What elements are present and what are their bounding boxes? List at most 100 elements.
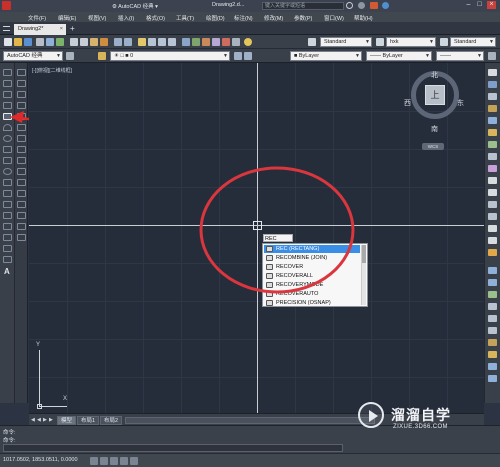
wcs-menu-button[interactable]: WCS bbox=[422, 143, 444, 150]
app-logo-icon[interactable] bbox=[2, 1, 11, 10]
workspace-switcher[interactable]: ⚙ AutoCAD 经典 ▾ bbox=[112, 2, 172, 10]
make-current-layer-icon[interactable] bbox=[234, 52, 242, 60]
dim-aligned-icon[interactable] bbox=[488, 279, 497, 286]
compass-west[interactable]: 西 bbox=[404, 98, 411, 108]
publish-icon[interactable] bbox=[56, 38, 64, 46]
join-right-icon[interactable] bbox=[488, 213, 497, 220]
design-center-icon[interactable] bbox=[192, 38, 200, 46]
menu-window[interactable]: 窗口(W) bbox=[324, 14, 344, 22]
move-right-icon[interactable] bbox=[488, 129, 497, 136]
chamfer-icon[interactable] bbox=[17, 212, 26, 219]
line-icon[interactable] bbox=[3, 69, 12, 76]
dim-arc-icon[interactable] bbox=[488, 291, 497, 298]
lineweight-select[interactable]: —— ▼ bbox=[436, 51, 484, 61]
minimize-button[interactable]: – bbox=[464, 1, 473, 9]
insert-block-icon[interactable] bbox=[3, 190, 12, 197]
rotate-icon[interactable] bbox=[17, 135, 26, 142]
tab-layout1[interactable]: 布局1 bbox=[77, 416, 100, 425]
menu-edit[interactable]: 编辑(E) bbox=[58, 14, 76, 22]
copy-icon[interactable] bbox=[80, 38, 88, 46]
circle-icon[interactable] bbox=[3, 135, 12, 142]
copy-object-icon[interactable] bbox=[17, 80, 26, 87]
search-input[interactable]: 键入关键字或短语 bbox=[262, 2, 344, 10]
tab-drawing2[interactable]: Drawing2* × bbox=[14, 24, 66, 35]
scale-right-icon[interactable] bbox=[488, 153, 497, 160]
table-icon[interactable] bbox=[3, 256, 12, 263]
dim-diameter-icon[interactable] bbox=[488, 327, 497, 334]
menu-help[interactable]: 帮助(H) bbox=[354, 14, 373, 22]
explode-right-icon[interactable] bbox=[488, 249, 497, 256]
erase-icon[interactable] bbox=[17, 69, 26, 76]
quick-dim-icon[interactable] bbox=[488, 351, 497, 358]
ortho-mode-icon[interactable] bbox=[110, 457, 118, 465]
stretch-right-icon[interactable] bbox=[488, 165, 497, 172]
tab-menu-icon[interactable] bbox=[3, 26, 10, 31]
tool-palettes-icon[interactable] bbox=[202, 38, 210, 46]
save-icon[interactable] bbox=[24, 38, 32, 46]
gradient-icon[interactable] bbox=[3, 234, 12, 241]
menu-parametric[interactable]: 参数(P) bbox=[294, 14, 312, 22]
scrollbar-thumb[interactable] bbox=[362, 245, 366, 263]
stretch-icon[interactable] bbox=[17, 157, 26, 164]
plot-style-icon[interactable] bbox=[488, 52, 496, 60]
make-block-icon[interactable] bbox=[3, 201, 12, 208]
zoom-window-icon[interactable] bbox=[158, 38, 166, 46]
drawing-area[interactable]: [-][俯视][二维线框] 北 南 西 东 上 WCS REC REC (REC… bbox=[29, 63, 484, 413]
layer-previous-icon[interactable] bbox=[244, 52, 252, 60]
polar-tracking-icon[interactable] bbox=[120, 457, 128, 465]
menu-view[interactable]: 视图(V) bbox=[88, 14, 106, 22]
compass-east[interactable]: 东 bbox=[457, 98, 464, 108]
text-style-select[interactable]: Standard ▼ bbox=[320, 37, 372, 47]
horizontal-scrollbar[interactable] bbox=[125, 417, 375, 424]
last-tab-arrow-icon[interactable]: ▶ bbox=[49, 416, 55, 424]
menu-modify[interactable]: 修改(M) bbox=[264, 14, 283, 22]
extend-icon[interactable] bbox=[17, 179, 26, 186]
paste-icon[interactable] bbox=[90, 38, 98, 46]
menu-format[interactable]: 格式(O) bbox=[146, 14, 165, 22]
extend-right-icon[interactable] bbox=[488, 189, 497, 196]
erase-right-icon[interactable] bbox=[488, 69, 497, 76]
linetype-select[interactable]: —— ByLayer ▼ bbox=[366, 51, 432, 61]
search-icon[interactable] bbox=[346, 2, 353, 9]
color-select[interactable]: ■ ByLayer ▼ bbox=[290, 51, 362, 61]
zoom-previous-icon[interactable] bbox=[168, 38, 176, 46]
signin-icon[interactable] bbox=[358, 2, 365, 9]
autocomplete-scrollbar[interactable] bbox=[361, 245, 366, 305]
match-properties-icon[interactable] bbox=[100, 38, 108, 46]
command-line-input[interactable] bbox=[3, 444, 343, 452]
revcloud-icon[interactable] bbox=[3, 146, 12, 153]
autocomplete-item[interactable]: PRECISION (OSNAP) bbox=[264, 299, 360, 307]
explode-icon[interactable] bbox=[17, 234, 26, 241]
print-icon[interactable] bbox=[36, 38, 44, 46]
viewcube-top-face[interactable]: 上 bbox=[425, 85, 445, 105]
maximize-button[interactable]: □ bbox=[475, 1, 484, 9]
trim-icon[interactable] bbox=[17, 168, 26, 175]
fillet-icon[interactable] bbox=[17, 223, 26, 230]
offset-right-icon[interactable] bbox=[488, 105, 497, 112]
dim-angular-icon[interactable] bbox=[488, 339, 497, 346]
workspace-settings-icon[interactable] bbox=[66, 52, 74, 60]
array-right-icon[interactable] bbox=[488, 117, 497, 124]
trim-right-icon[interactable] bbox=[488, 177, 497, 184]
dim-continue-icon[interactable] bbox=[488, 375, 497, 382]
properties-icon[interactable] bbox=[182, 38, 190, 46]
mirror-right-icon[interactable] bbox=[488, 93, 497, 100]
new-file-icon[interactable] bbox=[4, 38, 12, 46]
tab-layout2[interactable]: 布局2 bbox=[100, 416, 123, 425]
pan-icon[interactable] bbox=[138, 38, 146, 46]
fillet-right-icon[interactable] bbox=[488, 237, 497, 244]
region-icon[interactable] bbox=[3, 245, 12, 252]
ellipse-icon[interactable] bbox=[3, 168, 12, 175]
menu-draw[interactable]: 绘图(D) bbox=[206, 14, 225, 22]
polyline-icon[interactable] bbox=[3, 91, 12, 98]
mirror-icon[interactable] bbox=[17, 91, 26, 98]
zoom-realtime-icon[interactable] bbox=[148, 38, 156, 46]
redo-icon[interactable] bbox=[124, 38, 132, 46]
grid-display-icon[interactable] bbox=[100, 457, 108, 465]
chamfer-right-icon[interactable] bbox=[488, 225, 497, 232]
snap-mode-icon[interactable] bbox=[90, 457, 98, 465]
break-icon[interactable] bbox=[17, 190, 26, 197]
spline-icon[interactable] bbox=[3, 157, 12, 164]
copy-right-icon[interactable] bbox=[488, 81, 497, 88]
layer-properties-icon[interactable] bbox=[98, 52, 106, 60]
